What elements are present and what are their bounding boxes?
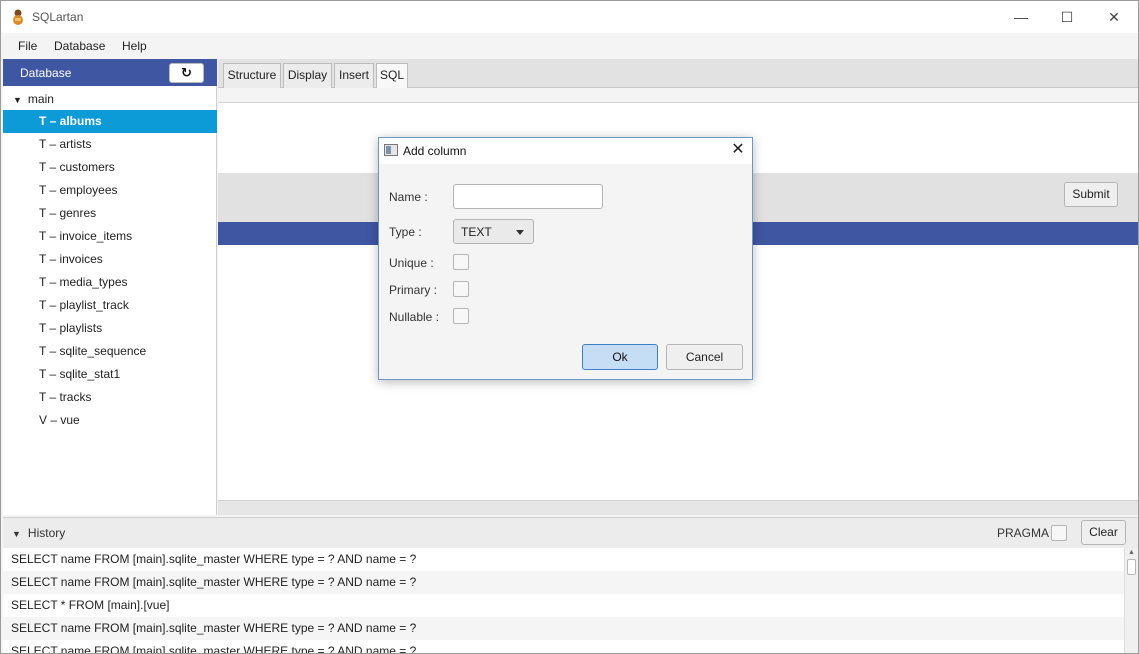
type-label: Type : [389, 225, 422, 239]
submit-button[interactable]: Submit [1064, 182, 1118, 207]
nullable-checkbox[interactable] [453, 308, 469, 324]
sidebar-header: Database ↻ [3, 59, 217, 86]
scrollbar-thumb[interactable] [1127, 559, 1136, 575]
unique-checkbox[interactable] [453, 254, 469, 270]
primary-label: Primary : [389, 283, 437, 297]
tab-insert[interactable]: Insert [334, 63, 374, 88]
dialog-title: Add column [403, 144, 467, 158]
pragma-label: PRAGMA [997, 526, 1050, 540]
expand-arrow-icon[interactable]: ▼ [13, 95, 22, 105]
window-title: SQLartan [32, 10, 84, 24]
app-logo-icon [13, 9, 23, 25]
minimize-button[interactable]: — [998, 1, 1044, 33]
tree-item-tracks[interactable]: T – tracks [3, 386, 217, 409]
dialog-window-icon [384, 144, 398, 156]
ok-button[interactable]: Ok [582, 344, 658, 370]
tab-bar: Structure Display Insert SQL [218, 59, 1138, 88]
nullable-label: Nullable : [389, 310, 440, 324]
history-header: ▼ History PRAGMA Clear [3, 517, 1138, 548]
tree-item-sqlite-stat1[interactable]: T – sqlite_stat1 [3, 363, 217, 386]
sidebar-title: Database [20, 66, 72, 80]
tree-item-customers[interactable]: T – customers [3, 156, 217, 179]
tree-root-label: main [27, 92, 54, 106]
column-name-input[interactable] [453, 184, 603, 209]
refresh-button[interactable]: ↻ [169, 63, 204, 83]
title-bar: SQLartan — ☐ ✕ [1, 1, 1138, 33]
scroll-up-icon[interactable]: ▲ [1128, 549, 1135, 556]
tree-item-playlist-track[interactable]: T – playlist_track [3, 294, 217, 317]
maximize-button[interactable]: ☐ [1044, 1, 1090, 33]
menu-file[interactable]: File [18, 39, 37, 53]
history-title: History [27, 526, 66, 540]
cancel-button[interactable]: Cancel [666, 344, 743, 370]
tab-structure[interactable]: Structure [223, 63, 281, 88]
database-sidebar: Database ↻ ▼ main T – albums T – artists … [3, 59, 217, 515]
chevron-down-icon [516, 230, 524, 235]
dialog-close-icon[interactable]: ✕ [729, 141, 747, 159]
close-button[interactable]: ✕ [1091, 1, 1137, 33]
tab-display[interactable]: Display [283, 63, 332, 88]
menu-database[interactable]: Database [54, 39, 105, 53]
vertical-scrollbar[interactable]: ▲ [1124, 548, 1138, 653]
history-row[interactable]: SELECT name FROM [main].sqlite_master WH… [3, 617, 1124, 640]
tree-item-employees[interactable]: T – employees [3, 179, 217, 202]
tree-item-invoices[interactable]: T – invoices [3, 248, 217, 271]
column-type-select[interactable]: TEXT [453, 219, 534, 244]
tab-sql[interactable]: SQL [376, 63, 408, 88]
name-label: Name : [389, 190, 428, 204]
add-column-dialog: Add column ✕ Name : Type : TEXT Unique :… [378, 137, 753, 380]
tree-item-artists[interactable]: T – artists [3, 133, 217, 156]
history-list: SELECT name FROM [main].sqlite_master WH… [3, 548, 1124, 653]
tree-item-playlists[interactable]: T – playlists [3, 317, 217, 340]
tree-root-main[interactable]: ▼ main [13, 92, 54, 106]
history-row[interactable]: SELECT name FROM [main].sqlite_master WH… [3, 548, 1124, 571]
dialog-title-bar: Add column ✕ [379, 138, 752, 164]
type-select-value: TEXT [461, 225, 492, 239]
tree-item-albums[interactable]: T – albums [3, 110, 217, 133]
menu-help[interactable]: Help [122, 39, 147, 53]
clear-history-button[interactable]: Clear [1081, 520, 1126, 545]
history-toggle[interactable]: ▼ History [12, 526, 65, 540]
tree-item-invoice-items[interactable]: T – invoice_items [3, 225, 217, 248]
history-row[interactable]: SELECT * FROM [main].[vue] [3, 594, 1124, 617]
primary-checkbox[interactable] [453, 281, 469, 297]
table-tree-list: T – albums T – artists T – customers T –… [3, 110, 217, 432]
unique-label: Unique : [389, 256, 434, 270]
history-row[interactable]: SELECT name FROM [main].sqlite_master WH… [3, 571, 1124, 594]
app-window: SQLartan — ☐ ✕ File Database Help Databa… [0, 0, 1139, 654]
refresh-icon: ↻ [181, 65, 192, 80]
tree-item-genres[interactable]: T – genres [3, 202, 217, 225]
history-row[interactable]: SELECT name FROM [main].sqlite_master WH… [3, 640, 1124, 653]
horizontal-scrollbar[interactable] [218, 500, 1138, 515]
collapse-arrow-icon: ▼ [12, 529, 21, 539]
tree-item-sqlite-sequence[interactable]: T – sqlite_sequence [3, 340, 217, 363]
pragma-checkbox[interactable] [1051, 525, 1067, 541]
menu-bar: File Database Help [1, 33, 1138, 57]
tree-item-media-types[interactable]: T – media_types [3, 271, 217, 294]
tree-item-vue[interactable]: V – vue [3, 409, 217, 432]
